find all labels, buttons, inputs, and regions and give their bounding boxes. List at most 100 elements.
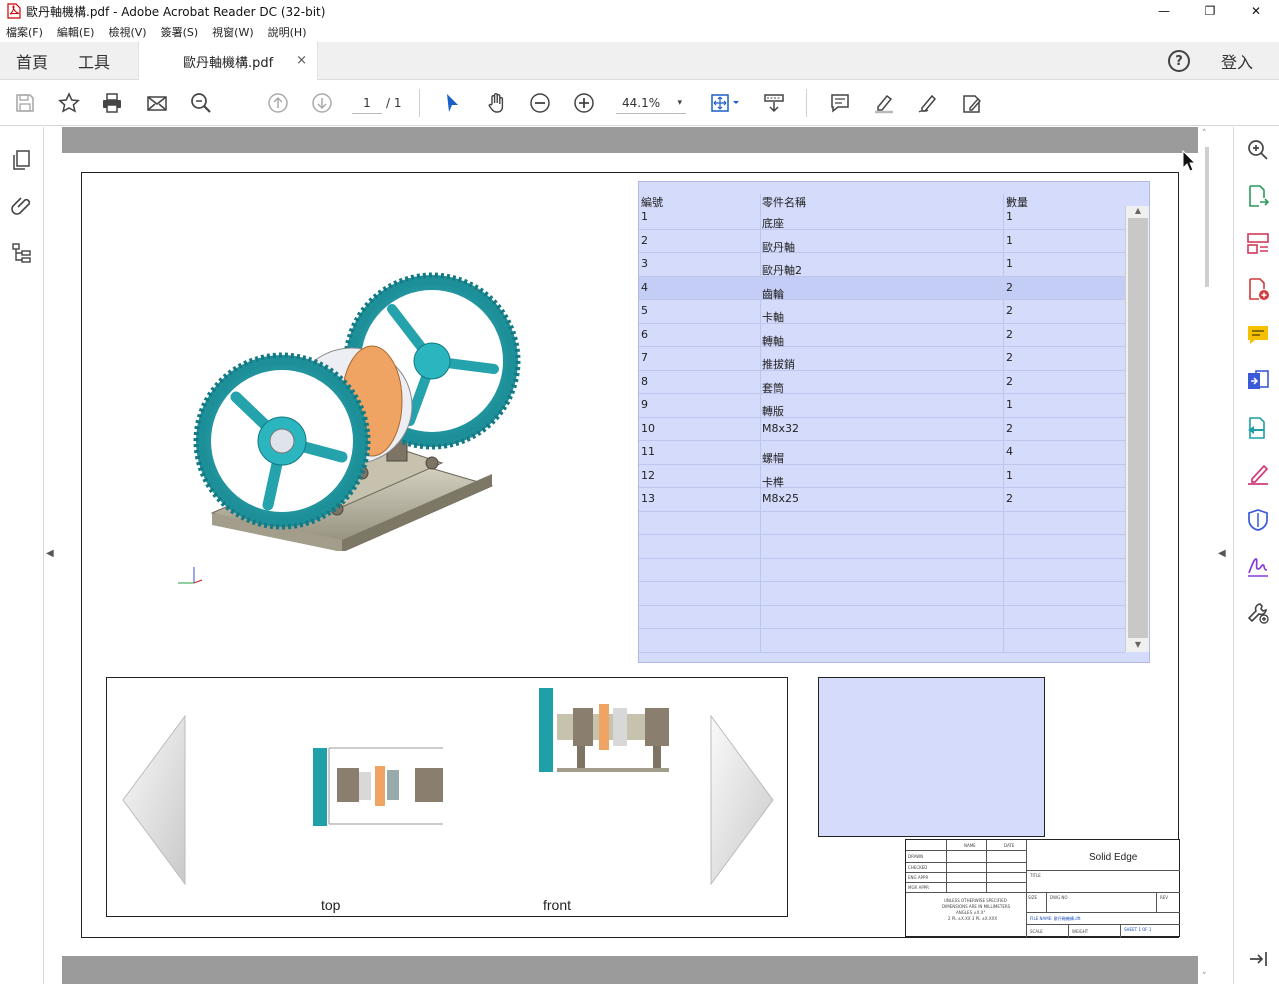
comment-icon[interactable] [1246, 323, 1270, 347]
pages-icon[interactable] [10, 148, 34, 172]
zoom-out-icon[interactable] [528, 91, 552, 115]
table-row[interactable]: 7 推拔銷 2 [639, 347, 1125, 371]
select-cursor-icon[interactable] [440, 91, 464, 115]
page-number-input[interactable]: 1 [352, 92, 382, 114]
send-for-review-icon[interactable] [1246, 416, 1270, 440]
table-row-empty[interactable] [639, 512, 1125, 535]
menu-bar: 檔案(F) 編輯(E) 檢視(V) 簽署(S) 視窗(W) 說明(H) [0, 22, 1279, 42]
tab-tools[interactable]: 工具 [78, 42, 110, 80]
tab-close-button[interactable]: × [296, 53, 307, 68]
more-tools-icon[interactable] [1246, 601, 1270, 625]
comment-icon[interactable] [828, 91, 852, 115]
previous-view-arrow-icon[interactable] [119, 714, 193, 888]
layers-icon[interactable] [10, 241, 34, 265]
solid-edge-brand: Solid Edge [1089, 852, 1138, 863]
scroll-up-arrow-icon[interactable]: ▲ [1126, 206, 1150, 218]
table-row[interactable]: 13 M8x25 2 [639, 488, 1125, 512]
maximize-button[interactable]: ❐ [1187, 0, 1233, 22]
scroll-down-arrow-icon[interactable]: ▼ [1126, 640, 1150, 652]
table-row[interactable]: 8 套筒 2 [639, 371, 1125, 395]
page-total: / 1 [386, 96, 402, 110]
menu-help[interactable]: 說明(H) [268, 24, 307, 40]
save-icon[interactable] [13, 91, 37, 115]
export-pdf-icon[interactable] [1246, 184, 1270, 208]
cell-qty: 1 [1006, 468, 1013, 482]
table-row[interactable]: 12 卡榫 1 [639, 465, 1125, 489]
document-scrollbar[interactable]: ˄ ˅ [1200, 127, 1214, 984]
tab-home[interactable]: 首頁 [16, 42, 48, 80]
tb-divider [1120, 924, 1121, 938]
login-button[interactable]: 登入 [1221, 42, 1253, 80]
scroll-up-icon[interactable]: ˄ [1202, 129, 1207, 139]
hand-tool-icon[interactable] [484, 91, 508, 115]
create-pdf-icon[interactable] [1246, 277, 1270, 301]
zoom-level-select[interactable]: 44.1% ▾ [616, 92, 686, 114]
table-row-empty[interactable] [639, 606, 1125, 629]
fill-sign-icon[interactable] [960, 91, 984, 115]
organize-pages-icon[interactable] [1246, 231, 1270, 255]
tb-checked: CHECKED [908, 865, 928, 870]
menu-sign[interactable]: 簽署(S) [161, 24, 199, 40]
attachment-icon[interactable] [10, 194, 34, 218]
close-window-button[interactable]: ✕ [1233, 0, 1279, 22]
parts-table-scrollbar[interactable]: ▲ ▼ [1125, 206, 1149, 652]
combine-files-icon[interactable] [1246, 369, 1270, 393]
table-row[interactable]: 2 歐丹軸 1 [639, 230, 1125, 254]
menu-file[interactable]: 檔案(F) [6, 24, 43, 40]
minimize-button[interactable]: — [1141, 0, 1187, 22]
prev-page-icon[interactable] [266, 91, 290, 115]
tb-divider [1046, 892, 1047, 912]
bookmark-star-icon[interactable] [57, 91, 81, 115]
table-row[interactable]: 9 轉版 1 [639, 394, 1125, 418]
cell-qty: 2 [1006, 492, 1013, 505]
table-row-empty[interactable] [639, 559, 1125, 582]
collapse-left-panel-icon[interactable]: ◀ [46, 548, 60, 562]
parts-table-body: 1 底座 1 2 歐丹軸 1 3 歐丹軸2 1 4 齒輪 2 5 卡軸 2 6 轉軸 2 7 推拔銷 2 8… [639, 206, 1125, 653]
table-row-selected[interactable]: 4 齒輪 2 [639, 276, 1125, 301]
table-row[interactable]: 11 螺帽 4 [639, 441, 1125, 465]
fill-sign-icon[interactable] [1246, 462, 1270, 486]
cell-number: 2 [641, 233, 648, 247]
tab-document[interactable]: 歐丹軸機構.pdf × [138, 42, 318, 80]
table-row-empty[interactable] [639, 535, 1125, 559]
cell-qty: 1 [1006, 210, 1013, 223]
menu-edit[interactable]: 編輯(E) [57, 24, 95, 40]
sign-icon[interactable] [1246, 554, 1270, 578]
draw-freehand-icon[interactable] [916, 91, 940, 115]
document-viewport[interactable]: 編號 零件名稱 數量 1 底座 1 2 歐丹軸 1 3 歐丹軸2 1 4 齒輪 2 5 卡軸 2 6… [62, 127, 1198, 984]
search-zoom-icon[interactable] [1246, 138, 1270, 162]
next-view-arrow-icon[interactable] [703, 714, 777, 888]
next-page-icon[interactable] [310, 91, 334, 115]
table-row[interactable]: 5 卡軸 2 [639, 300, 1125, 324]
scroll-mode-icon[interactable] [762, 91, 786, 115]
zoom-in-icon[interactable] [572, 91, 596, 115]
menu-view[interactable]: 檢視(V) [108, 24, 146, 40]
assembly-3d-model [193, 272, 521, 551]
protect-icon[interactable] [1246, 508, 1270, 532]
cell-number: 13 [641, 492, 655, 505]
highlight-pen-icon[interactable] [872, 91, 896, 115]
toolbar-divider [419, 89, 420, 117]
cell-number: 9 [641, 398, 648, 411]
table-row[interactable]: 6 轉軸 2 [639, 324, 1125, 348]
email-icon[interactable] [145, 91, 169, 115]
parts-list-table[interactable]: 編號 零件名稱 數量 1 底座 1 2 歐丹軸 1 3 歐丹軸2 1 4 齒輪 2 5 卡軸 2 6… [638, 181, 1150, 663]
print-icon[interactable] [100, 91, 124, 115]
zoom-search-icon[interactable] [189, 91, 213, 115]
help-button[interactable]: ? [1168, 50, 1190, 72]
scroll-down-icon[interactable]: ˅ [1202, 972, 1207, 982]
toolbar-divider [806, 89, 807, 117]
table-row[interactable]: 1 底座 1 [639, 206, 1125, 230]
expand-panel-icon[interactable] [1246, 947, 1270, 971]
scroll-thumb[interactable] [1205, 147, 1209, 287]
fit-page-icon[interactable] [708, 91, 742, 115]
menu-window[interactable]: 視窗(W) [212, 24, 253, 40]
table-row[interactable]: 3 歐丹軸2 1 [639, 253, 1125, 277]
tb-divider [1026, 870, 1180, 871]
table-row-empty[interactable] [639, 582, 1125, 606]
tb-file-name: FILE NAME: 歐丹軸機構.dft [1030, 916, 1081, 921]
collapse-right-panel-icon[interactable]: ◀ [1218, 548, 1232, 562]
table-row[interactable]: 10 M8x32 2 [639, 418, 1125, 441]
scroll-thumb[interactable] [1128, 218, 1148, 638]
table-row-empty[interactable] [639, 629, 1125, 653]
